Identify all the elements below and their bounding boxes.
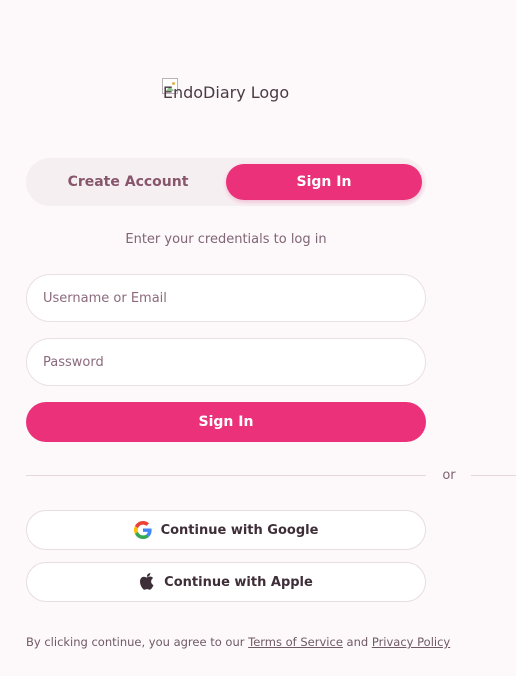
divider-or-text: or: [442, 468, 456, 483]
google-icon: [133, 521, 152, 539]
tab-create-account[interactable]: Create Account: [30, 164, 226, 200]
terms-and-text: and: [346, 635, 369, 649]
auth-mode-tabs: Create Account Sign In: [26, 158, 426, 206]
sign-in-button[interactable]: Sign In: [26, 402, 426, 442]
terms-notice: By clicking continue, you agree to our T…: [26, 634, 450, 650]
app-logo: EndoDiary Logo: [162, 78, 290, 134]
divider-line-left: [26, 475, 426, 476]
logo-alt-text: EndoDiary Logo: [162, 83, 290, 102]
apple-icon: [140, 573, 154, 590]
form-subtitle: Enter your credentials to log in: [125, 232, 327, 247]
username-email-input[interactable]: [26, 274, 426, 322]
password-input[interactable]: [26, 338, 426, 386]
google-button-label: Continue with Google: [160, 522, 319, 538]
continue-with-apple-button[interactable]: Continue with Apple: [26, 562, 426, 602]
apple-button-label: Continue with Apple: [164, 574, 313, 590]
privacy-policy-link[interactable]: Privacy Policy: [372, 635, 450, 649]
divider-line-right: [471, 475, 516, 476]
terms-of-service-link[interactable]: Terms of Service: [248, 635, 343, 649]
terms-prefix: By clicking continue, you agree to our: [26, 635, 245, 649]
tab-sign-in[interactable]: Sign In: [226, 164, 422, 200]
continue-with-google-button[interactable]: Continue with Google: [26, 510, 426, 550]
